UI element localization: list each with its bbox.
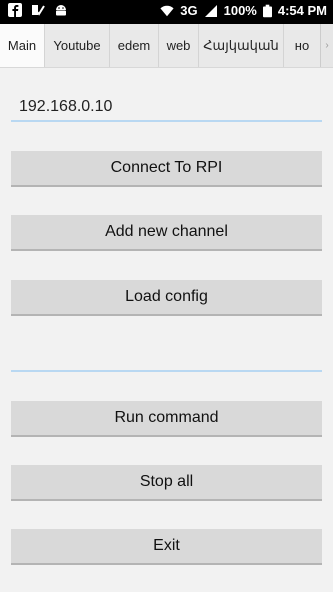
battery-icon [262,4,272,17]
exit-button[interactable]: Exit [11,529,322,565]
ip-address-field[interactable]: 192.168.0.10 [11,94,322,122]
add-new-channel-button[interactable]: Add new channel [11,215,322,251]
notification-icons [8,3,68,17]
load-config-button[interactable]: Load config [11,280,322,316]
wifi-icon [160,5,174,16]
tab-web[interactable]: web [159,24,199,67]
tab-edem[interactable]: edem [110,24,159,67]
tab-armenian[interactable]: Հայկական [199,24,284,67]
signal-icon [204,4,217,17]
tab-scroll-button[interactable]: › [320,24,333,67]
tab-bar: Main Youtube edem web Հայկական но › [0,24,333,68]
connect-to-rpi-button[interactable]: Connect To RPI [11,151,322,187]
system-status: 3G 100% 4:54 PM [160,3,327,18]
command-field[interactable] [11,344,322,372]
facebook-icon [8,3,22,17]
network-type: 3G [180,3,198,18]
tab-main[interactable]: Main [0,24,45,67]
run-command-button[interactable]: Run command [11,401,322,437]
tab-youtube[interactable]: Youtube [45,24,110,67]
clock: 4:54 PM [277,3,327,18]
chevron-right-icon: › [325,40,329,51]
stop-all-button[interactable]: Stop all [11,465,322,501]
check-icon [32,5,45,16]
battery-percent: 100% [223,3,257,18]
android-icon [56,5,66,16]
tab-overflow[interactable]: но [284,24,321,67]
status-bar: 3G 100% 4:54 PM [0,0,333,24]
